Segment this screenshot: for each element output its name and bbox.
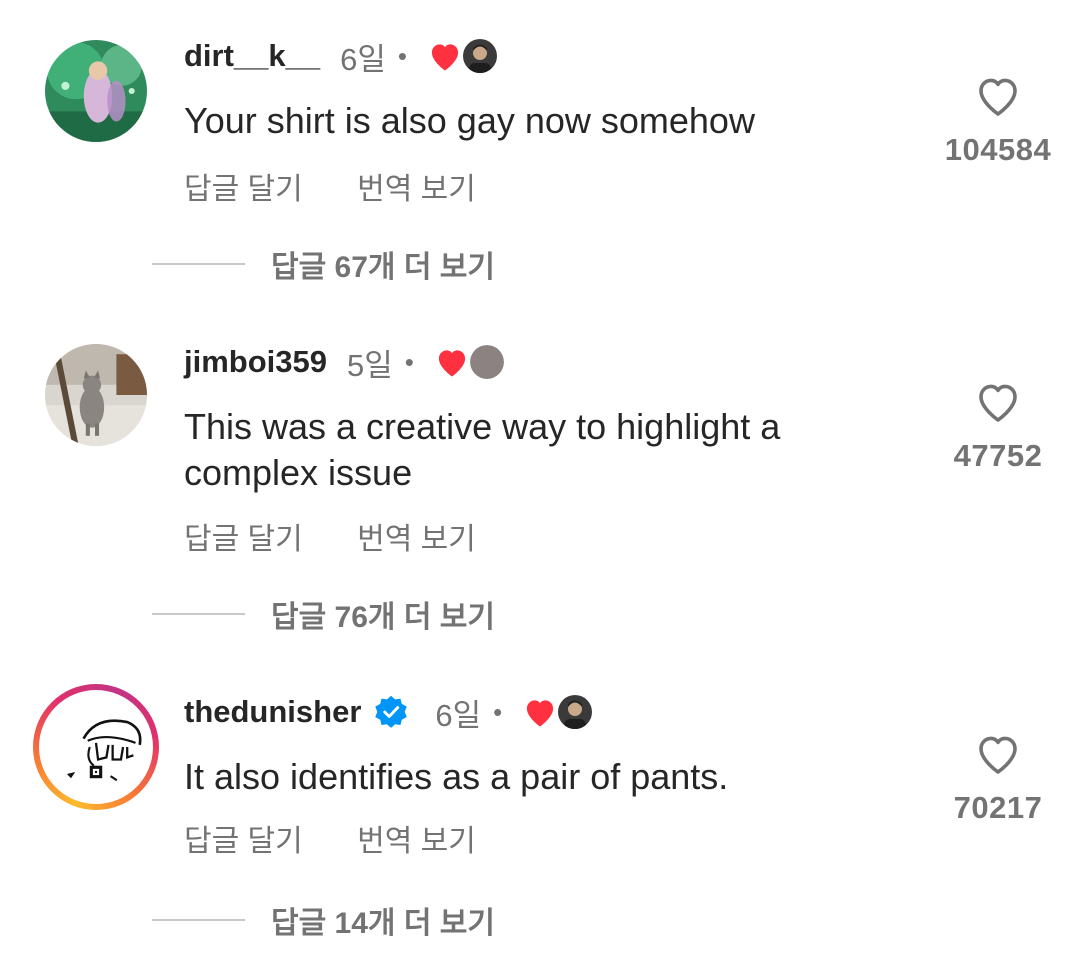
divider-line [152,919,245,921]
verified-badge-icon [373,694,409,730]
separator-dot: • [493,696,503,727]
separator-dot: • [404,346,414,377]
like-control: 47752 [938,380,1058,474]
view-more-replies-label: 답글 14개 더 보기 [271,907,495,940]
creator-heart-icon [427,40,463,72]
comment-header: dirt__k__ 6일 • [184,34,498,78]
avatar[interactable] [45,40,147,142]
concert-photo-avatar-icon [45,40,147,142]
comment-text: This was a creative way to highlight a c… [184,406,781,493]
comment-age: 5일 [347,347,393,383]
comment: jimboi359 5일 • This was a creative way t… [0,340,1080,640]
avatar[interactable] [33,684,159,810]
comment-text: Your shirt is also gay now somehow [184,100,755,141]
separator-dot: • [397,40,408,71]
view-more-replies[interactable]: 답글 67개 더 보기 [152,242,495,286]
comment-header: jimboi359 5일 • [184,340,504,384]
reply-button[interactable]: 답글 달기 [184,164,303,208]
view-more-replies-label: 답글 67개 더 보기 [271,251,495,284]
comment-actions: 답글 달기 번역 보기 [184,816,476,860]
username[interactable]: thedunisher [184,694,361,730]
divider-line [152,613,245,615]
translate-button[interactable]: 번역 보기 [357,164,476,208]
divider-line [152,263,245,265]
creator-avatar [463,39,498,73]
view-more-replies-label: 답글 76개 더 보기 [271,601,495,634]
cat-photo-avatar-icon [45,344,147,446]
creator-heart-icon [434,346,470,378]
like-heart-icon[interactable] [973,732,1023,776]
view-more-replies[interactable]: 답글 76개 더 보기 [152,592,495,636]
sketch-logo-avatar-icon [44,695,148,799]
reply-button[interactable]: 답글 달기 [184,514,303,558]
comment-age: 6일 [435,697,482,733]
translate-button[interactable]: 번역 보기 [357,816,476,860]
like-heart-icon[interactable] [973,380,1023,424]
view-more-replies[interactable]: 답글 14개 더 보기 [152,898,495,942]
avatar[interactable] [45,344,147,446]
translate-button[interactable]: 번역 보기 [357,514,476,558]
comment-text: It also identifies as a pair of pants. [184,756,729,797]
creator-heart-icon [522,696,558,728]
like-heart-icon[interactable] [973,74,1023,118]
comment-actions: 답글 달기 번역 보기 [184,164,476,208]
like-control: 104584 [938,74,1058,168]
creator-avatar [558,695,593,729]
comment: dirt__k__ 6일 • Your shirt is also gay no… [0,34,1080,284]
like-count: 104584 [944,132,1052,167]
comment-age: 6일 [340,41,386,77]
comment: thedunisher 6일 • It also identifies as a… [0,684,1080,950]
reply-button[interactable]: 답글 달기 [184,816,303,860]
comment-list: dirt__k__ 6일 • Your shirt is also gay no… [0,0,1080,961]
like-control: 70217 [938,732,1058,826]
comment-actions: 답글 달기 번역 보기 [184,514,476,558]
creator-avatar [469,345,504,379]
like-count: 47752 [953,438,1043,473]
username[interactable]: jimboi359 [184,344,327,380]
username[interactable]: dirt__k__ [184,38,320,74]
like-count: 70217 [953,790,1043,825]
comment-header: thedunisher 6일 • [184,690,593,734]
